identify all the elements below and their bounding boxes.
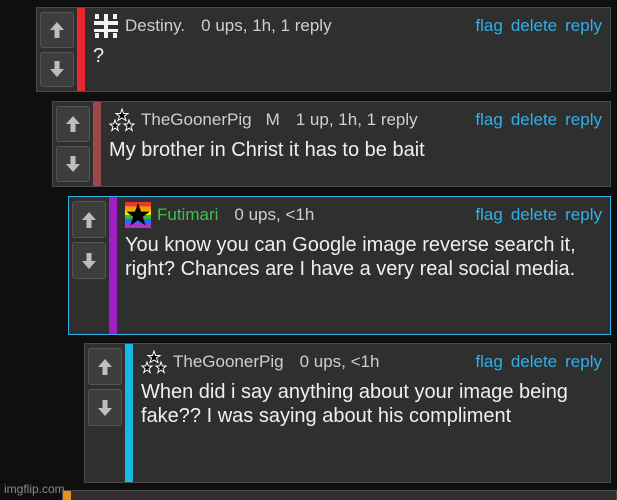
- comment-header: Destiny. 0 ups, 1h, 1 reply flag delete …: [93, 12, 602, 40]
- comment-meta: 0 ups, <1h: [299, 352, 380, 371]
- flag-link[interactable]: flag: [475, 205, 502, 225]
- arrow-up-icon: [50, 21, 64, 38]
- delete-link[interactable]: delete: [511, 205, 557, 225]
- arrow-down-icon: [66, 156, 80, 172]
- comment-actions: flag delete reply: [475, 110, 602, 130]
- comment-text: My brother in Christ it has to be bait: [109, 139, 425, 161]
- comment-body: Futimari 0 ups, <1h flag delete reply Yo…: [117, 197, 610, 334]
- arrow-down-icon: [82, 252, 96, 269]
- comment-body: Destiny. 0 ups, 1h, 1 reply flag delete …: [85, 8, 610, 91]
- username[interactable]: Futimari: [157, 205, 218, 225]
- comment-thegoonerpig-2: TheGoonerPig 0 ups, <1h flag delete repl…: [84, 343, 611, 483]
- comment-header: TheGoonerPig 0 ups, <1h flag delete repl…: [141, 348, 602, 376]
- flag-link[interactable]: flag: [475, 352, 502, 372]
- rainbow-star-avatar-icon: [125, 202, 151, 228]
- vote-column: [37, 8, 77, 91]
- username[interactable]: TheGoonerPig: [173, 352, 284, 372]
- depth-bar: [93, 102, 101, 186]
- comment-header: TheGoonerPig M 1 up, 1h, 1 reply flag de…: [109, 106, 602, 134]
- glyph-avatar-icon: [93, 13, 119, 39]
- comment-meta: 1 up, 1h, 1 reply: [295, 110, 418, 129]
- arrow-down-icon: [50, 61, 64, 78]
- comment-header: Futimari 0 ups, <1h flag delete reply: [125, 201, 602, 229]
- comment-actions: flag delete reply: [475, 205, 602, 225]
- comment-text: You know you can Google image reverse se…: [125, 234, 576, 280]
- arrow-down-icon: [98, 399, 112, 416]
- reply-link[interactable]: reply: [565, 110, 602, 130]
- downvote-button[interactable]: [40, 51, 74, 87]
- comment-text: ?: [93, 45, 105, 67]
- comment-text: When did i say anything about your image…: [141, 381, 568, 427]
- downvote-button[interactable]: [56, 146, 90, 182]
- comment-actions: flag delete reply: [475, 16, 602, 36]
- vote-column: [53, 102, 93, 186]
- flag-link[interactable]: flag: [475, 16, 502, 36]
- vote-column: [69, 197, 109, 283]
- next-comment-partial: [62, 490, 617, 500]
- mod-badge: M: [265, 110, 280, 129]
- arrow-up-icon: [66, 116, 80, 132]
- comment-destiny: Destiny. 0 ups, 1h, 1 reply flag delete …: [36, 7, 611, 92]
- vote-column: [85, 344, 125, 430]
- upvote-button[interactable]: [88, 348, 122, 385]
- downvote-button[interactable]: [72, 242, 106, 279]
- upvote-button[interactable]: [40, 12, 74, 48]
- upvote-button[interactable]: [56, 106, 90, 142]
- depth-bar: [109, 197, 117, 334]
- comment-futimari: Futimari 0 ups, <1h flag delete reply Yo…: [68, 196, 611, 335]
- depth-bar: [125, 344, 133, 482]
- comment-body: TheGoonerPig 0 ups, <1h flag delete repl…: [133, 344, 610, 482]
- watermark: imgflip.com: [4, 482, 65, 496]
- upvote-button[interactable]: [72, 201, 106, 238]
- username[interactable]: Destiny.: [125, 16, 185, 36]
- reply-link[interactable]: reply: [565, 205, 602, 225]
- comment-body: TheGoonerPig M 1 up, 1h, 1 reply flag de…: [101, 102, 610, 186]
- reply-link[interactable]: reply: [565, 16, 602, 36]
- comment-thegoonerpig-1: TheGoonerPig M 1 up, 1h, 1 reply flag de…: [52, 101, 611, 187]
- three-stars-avatar-icon: [109, 107, 135, 133]
- three-stars-avatar-icon: [141, 349, 167, 375]
- downvote-button[interactable]: [88, 389, 122, 426]
- flag-link[interactable]: flag: [475, 110, 502, 130]
- username[interactable]: TheGoonerPig: [141, 110, 252, 130]
- depth-bar: [77, 8, 85, 91]
- delete-link[interactable]: delete: [511, 352, 557, 372]
- comment-actions: flag delete reply: [475, 352, 602, 372]
- arrow-up-icon: [82, 211, 96, 228]
- reply-link[interactable]: reply: [565, 352, 602, 372]
- delete-link[interactable]: delete: [511, 110, 557, 130]
- arrow-up-icon: [98, 358, 112, 375]
- comment-meta: 0 ups, <1h: [234, 205, 315, 224]
- delete-link[interactable]: delete: [511, 16, 557, 36]
- comment-meta: 0 ups, 1h, 1 reply: [201, 16, 332, 35]
